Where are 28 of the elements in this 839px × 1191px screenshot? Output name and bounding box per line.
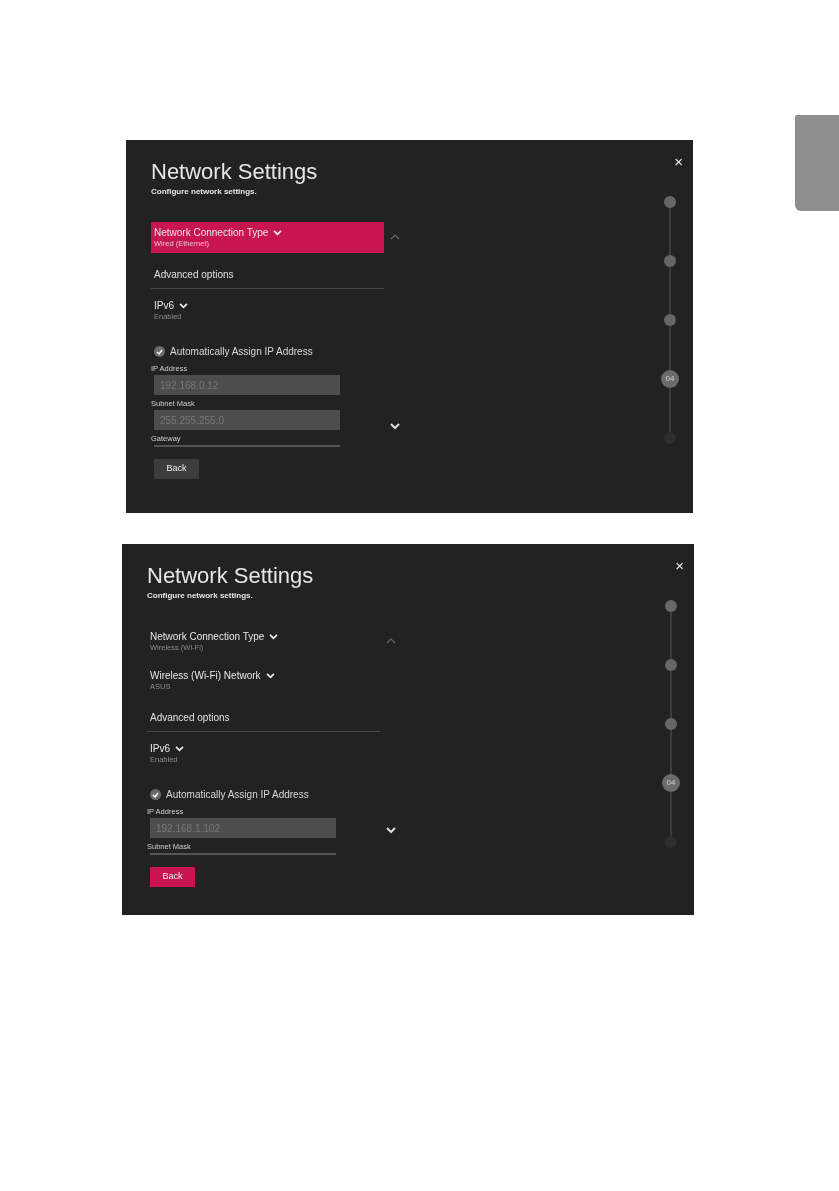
chevron-down-icon xyxy=(175,745,184,752)
section-heading: Advanced options xyxy=(150,712,230,723)
chevron-down-icon xyxy=(179,302,188,309)
scroll-up-icon xyxy=(390,233,400,240)
screen-title: Network Settings xyxy=(147,562,315,590)
scroll-down-icon xyxy=(386,827,396,834)
chevron-down-icon xyxy=(269,633,279,640)
section-heading: Advanced options xyxy=(154,269,234,280)
screen-subtitle: Configure network settings. xyxy=(147,590,254,602)
scroll-up-icon xyxy=(386,637,396,644)
back-button[interactable]: Back xyxy=(150,866,195,887)
dropdown-label: IPv6 xyxy=(154,299,174,312)
checkbox-label: Automatically Assign IP Address xyxy=(166,788,309,802)
checkbox-label: Automatically Assign IP Address xyxy=(170,345,313,359)
dropdown-label: Network Connection Type xyxy=(150,630,265,643)
chevron-down-icon xyxy=(265,672,275,679)
screen-title: Network Settings xyxy=(151,158,319,186)
dropdown-label: IPv6 xyxy=(150,742,170,755)
back-button[interactable]: Back xyxy=(154,458,199,479)
dropdown-label: Wireless (Wi-Fi) Network xyxy=(150,669,261,682)
dropdown-label: Network Connection Type xyxy=(154,226,269,239)
checkbox[interactable] xyxy=(150,789,161,800)
screen-subtitle: Configure network settings. xyxy=(151,186,258,198)
chevron-down-icon xyxy=(273,229,283,236)
scroll-down-icon xyxy=(390,423,400,430)
close-icon[interactable]: × xyxy=(674,154,683,169)
checkbox[interactable] xyxy=(154,346,165,357)
close-icon[interactable]: × xyxy=(675,558,684,573)
